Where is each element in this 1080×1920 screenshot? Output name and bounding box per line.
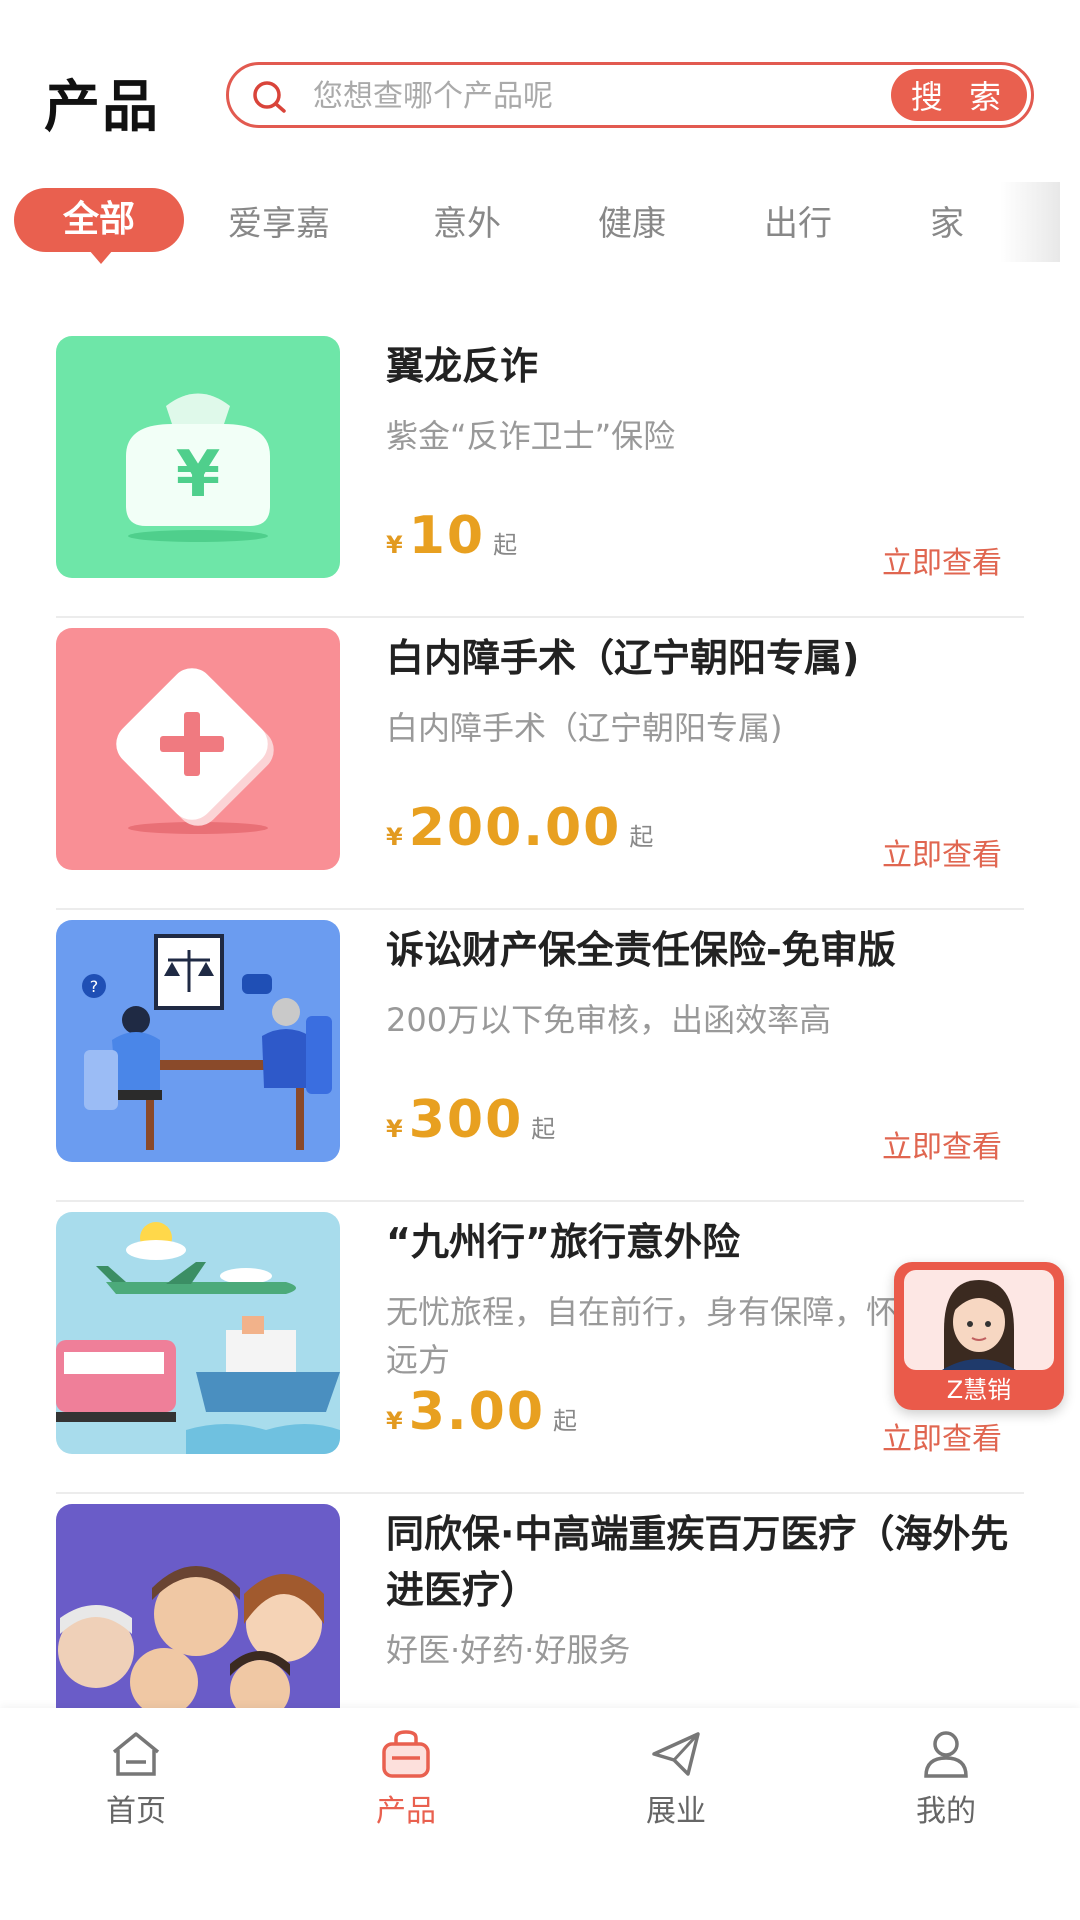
nav-products[interactable]: 产品 xyxy=(326,1728,486,1830)
header: 产品 搜 索 xyxy=(0,0,1080,170)
nav-mine[interactable]: 我的 xyxy=(866,1728,1026,1830)
legal-consultation-illustration: ? xyxy=(56,920,340,1162)
product-card[interactable]: ¥ 翼龙反诈 紫金“反诈卫士”保险 ¥10 起 立即查看 xyxy=(56,326,1024,618)
product-desc: 无忧旅程，自在前行，身有保障，怀远方 xyxy=(386,1293,899,1379)
svg-text:?: ? xyxy=(90,977,99,996)
nav-label: 展业 xyxy=(646,1794,706,1829)
search-box[interactable]: 搜 索 xyxy=(226,62,1034,128)
price: ¥3.00 起 xyxy=(386,1382,577,1442)
price-currency: ¥ xyxy=(386,823,403,851)
product-list: ¥ 翼龙反诈 紫金“反诈卫士”保险 ¥10 起 立即查看 白内障手术（辽宁朝阳专… xyxy=(0,326,1080,1784)
search-icon xyxy=(253,81,286,113)
product-card[interactable]: 白内障手术（辽宁朝阳专属) 白内障手术（辽宁朝阳专属) ¥200.00 起 立即查… xyxy=(56,618,1024,910)
price-suffix: 起 xyxy=(629,823,654,851)
nav-home[interactable]: 首页 xyxy=(56,1728,216,1830)
tab-all[interactable]: 全部 xyxy=(14,188,184,264)
user-icon xyxy=(924,1731,968,1778)
assistant-button[interactable]: Z慧销 xyxy=(894,1262,1064,1410)
product-name: 翼龙反诈 xyxy=(386,344,539,388)
product-name: 白内障手术（辽宁朝阳专属) xyxy=(386,636,860,680)
product-card[interactable]: ? 诉讼财产保全责任保险-免审版 200万以下免审核，出函效率高 ¥300 起 … xyxy=(56,910,1024,1202)
bag-icon xyxy=(382,1730,430,1778)
medical-cross-icon xyxy=(56,628,340,870)
nav-business[interactable]: 展业 xyxy=(596,1728,756,1830)
tab-home[interactable]: 家 xyxy=(930,196,964,245)
price-suffix: 起 xyxy=(553,1407,578,1435)
view-now-link[interactable]: 立即查看 xyxy=(882,1122,1002,1166)
search-button[interactable]: 搜 索 xyxy=(891,69,1027,121)
paper-plane-icon xyxy=(652,1732,700,1776)
price: ¥300 起 xyxy=(386,1090,555,1150)
product-name: 同欣保·中高端重疾百万医疗（海外先进医疗） xyxy=(386,1512,1009,1612)
price: ¥200.00 起 xyxy=(386,798,653,858)
search-input[interactable] xyxy=(311,73,815,119)
price-value: 300 xyxy=(408,1090,524,1150)
price-currency: ¥ xyxy=(386,1115,403,1143)
svg-text:¥: ¥ xyxy=(176,438,221,512)
page-title: 产品 xyxy=(44,75,160,140)
assistant-label: Z慧销 xyxy=(946,1376,1012,1404)
products-page: 产品 搜 索 全部 爱享嘉 意外 健康 出行 家 ¥ xyxy=(0,0,1080,1920)
tabs-scroll-fade xyxy=(1000,182,1060,262)
price: ¥10 起 xyxy=(386,506,517,566)
money-bag-icon: ¥ xyxy=(56,336,340,578)
price-value: 200.00 xyxy=(408,798,622,858)
price-value: 3.00 xyxy=(408,1382,546,1442)
price-currency: ¥ xyxy=(386,531,403,559)
nav-label: 我的 xyxy=(916,1794,976,1829)
tab-aixiangjia[interactable]: 爱享嘉 xyxy=(228,196,330,245)
product-name: 诉讼财产保全责任保险-免审版 xyxy=(386,928,896,972)
nav-label: 产品 xyxy=(376,1794,436,1829)
price-suffix: 起 xyxy=(531,1115,556,1143)
view-now-link[interactable]: 立即查看 xyxy=(882,1414,1002,1458)
view-now-link[interactable]: 立即查看 xyxy=(882,538,1002,582)
price-suffix: 起 xyxy=(493,531,518,559)
price-value: 10 xyxy=(408,506,486,566)
price-currency: ¥ xyxy=(386,1407,403,1435)
home-icon xyxy=(112,1732,160,1776)
product-desc: 白内障手术（辽宁朝阳专属) xyxy=(386,709,783,747)
tab-accident[interactable]: 意外 xyxy=(433,196,501,245)
view-now-link[interactable]: 立即查看 xyxy=(882,830,1002,874)
travel-transport-illustration xyxy=(56,1212,340,1454)
nav-label: 首页 xyxy=(106,1794,166,1829)
assistant-avatar xyxy=(904,1270,1054,1370)
product-desc: 紫金“反诈卫士”保险 xyxy=(386,417,676,455)
product-desc: 好医·好药·好服务 xyxy=(386,1631,631,1669)
tab-travel[interactable]: 出行 xyxy=(764,196,832,245)
tab-health[interactable]: 健康 xyxy=(598,196,666,245)
product-card[interactable]: “九州行”旅行意外险 无忧旅程，自在前行，身有保障，怀远方 ¥3.00 起 立即查… xyxy=(56,1202,1024,1494)
product-desc: 200万以下免审核，出函效率高 xyxy=(386,1001,832,1039)
bottom-nav: 首页 产品 展业 我的 xyxy=(0,1708,1080,1920)
category-tabs: 全部 爱享嘉 意外 健康 出行 家 xyxy=(0,182,1060,272)
